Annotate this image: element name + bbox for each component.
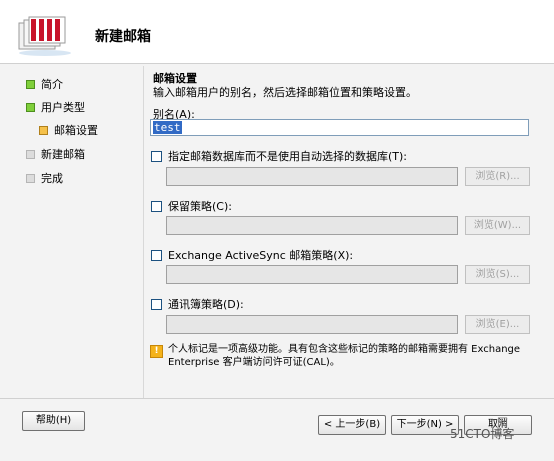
alias-value: test: [153, 121, 182, 134]
activesync-policy-checkbox[interactable]: [151, 250, 162, 261]
nav-item-label: 简介: [41, 78, 63, 91]
alias-input[interactable]: test: [150, 119, 529, 136]
address-book-policy-field: [166, 315, 458, 334]
activesync-policy-option[interactable]: Exchange ActiveSync 邮箱策略(X):: [151, 247, 353, 263]
database-option-label: 指定邮箱数据库而不是使用自动选择的数据库(T):: [168, 150, 408, 163]
retention-policy-field: [166, 216, 458, 235]
retention-policy-option[interactable]: 保留策略(C):: [151, 198, 232, 214]
nav-item-user-type[interactable]: 用户类型: [26, 99, 85, 117]
page-title: 新建邮箱: [95, 29, 151, 45]
nav-item-label: 用户类型: [41, 101, 85, 114]
activesync-policy-field: [166, 265, 458, 284]
nav-divider: [143, 66, 144, 398]
database-field: [166, 167, 458, 186]
browse-activesync-policy-button[interactable]: 浏览(S)...: [465, 265, 530, 284]
nav-item-label: 新建邮箱: [41, 148, 85, 161]
browse-address-book-policy-button[interactable]: 浏览(E)...: [465, 315, 530, 334]
address-book-policy-checkbox[interactable]: [151, 299, 162, 310]
nav-item-finish[interactable]: 完成: [26, 170, 63, 188]
retention-policy-label: 保留策略(C):: [168, 200, 232, 213]
back-button[interactable]: < 上一步(B): [318, 415, 386, 435]
info-icon: !: [150, 345, 163, 358]
database-option[interactable]: 指定邮箱数据库而不是使用自动选择的数据库(T):: [151, 148, 407, 164]
nav-item-mailbox-settings[interactable]: 邮箱设置: [39, 122, 98, 140]
nav-item-new-mailbox[interactable]: 新建邮箱: [26, 146, 85, 164]
nav-item-intro[interactable]: 简介: [26, 76, 63, 94]
help-button[interactable]: 帮助(H): [22, 411, 85, 431]
status-complete-icon: [26, 80, 35, 89]
retention-policy-checkbox[interactable]: [151, 201, 162, 212]
section-description: 输入邮箱用户的别名，然后选择邮箱位置和策略设置。: [153, 86, 417, 99]
watermark: 51CTO博客: [450, 427, 515, 441]
nav-item-label: 邮箱设置: [54, 124, 98, 137]
status-current-icon: [39, 126, 48, 135]
browse-retention-policy-button[interactable]: 浏览(W)...: [465, 216, 530, 235]
wizard-header: 新建邮箱: [0, 0, 554, 64]
activesync-policy-label: Exchange ActiveSync 邮箱策略(X):: [168, 249, 354, 262]
nav-item-label: 完成: [41, 172, 63, 185]
address-book-policy-option[interactable]: 通讯簿策略(D):: [151, 296, 244, 312]
address-book-policy-label: 通讯簿策略(D):: [168, 298, 244, 311]
next-button[interactable]: 下一步(N) >: [391, 415, 459, 435]
database-checkbox[interactable]: [151, 151, 162, 162]
status-pending-icon: [26, 150, 35, 159]
status-complete-icon: [26, 103, 35, 112]
browse-database-button[interactable]: 浏览(R)...: [465, 167, 530, 186]
footer-divider: [0, 398, 554, 399]
status-pending-icon: [26, 174, 35, 183]
info-text: 个人标记是一项高级功能。具有包含这些标记的策略的邮箱需要拥有 Exchange …: [168, 344, 521, 368]
mailbox-icon: [18, 16, 71, 56]
